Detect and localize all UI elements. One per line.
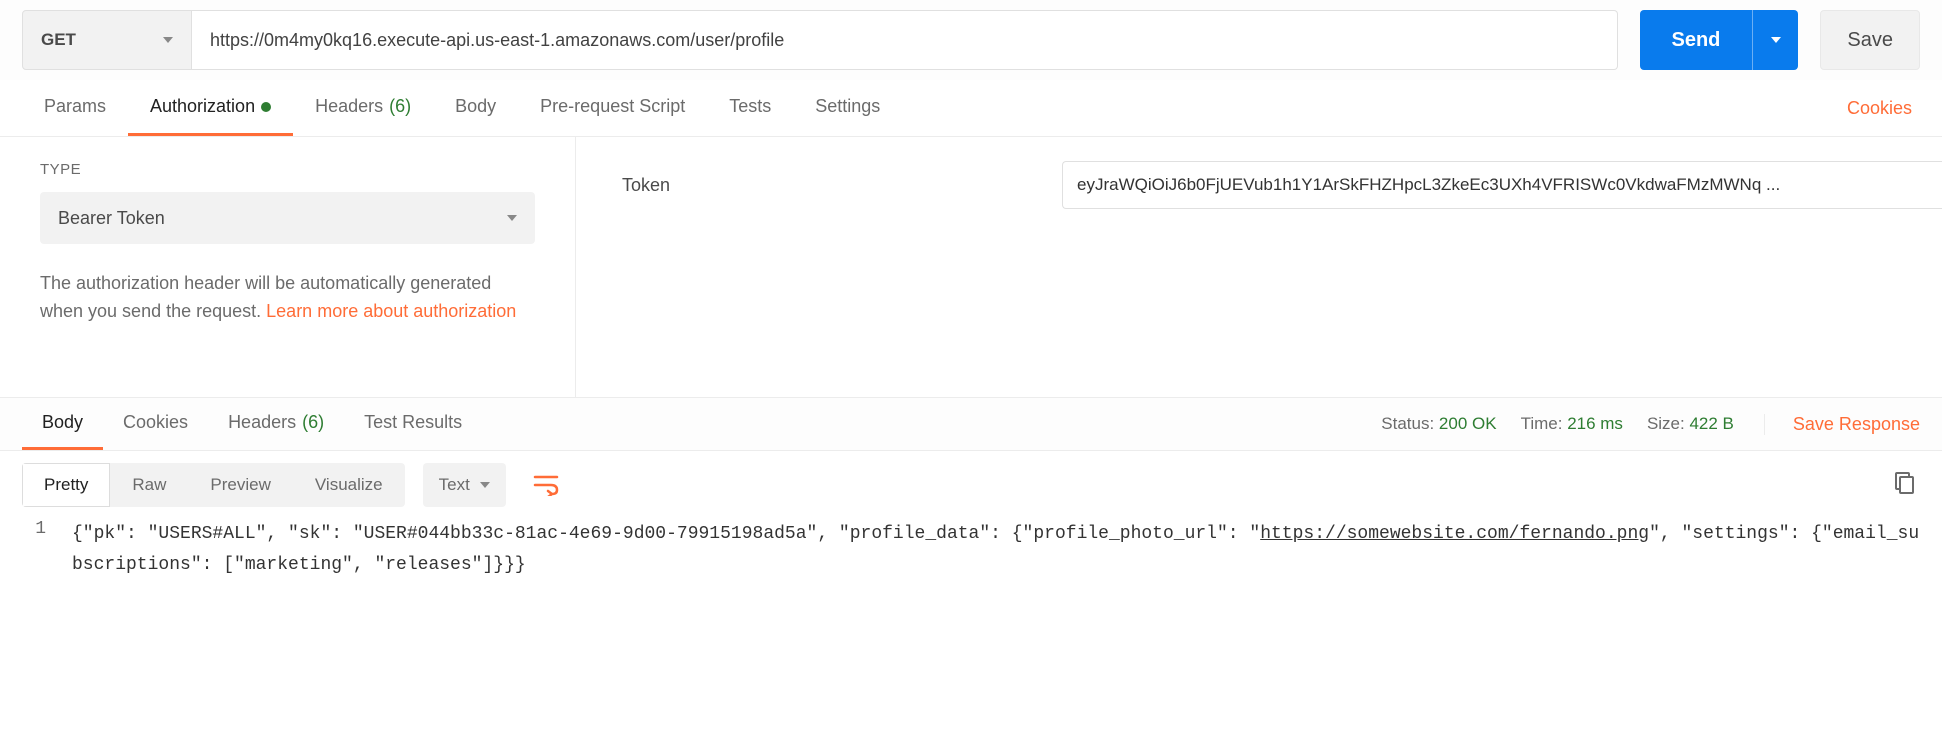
response-meta: Status: 200 OK Time: 216 ms Size: 422 B …: [1381, 414, 1920, 435]
url-input[interactable]: https://0m4my0kq16.execute-api.us-east-1…: [192, 10, 1618, 70]
cookies-link[interactable]: Cookies: [1825, 82, 1920, 135]
tab-body[interactable]: Body: [433, 80, 518, 136]
tab-headers[interactable]: Headers (6): [293, 80, 433, 136]
tab-label: Tests: [729, 96, 771, 117]
response-tab-cookies[interactable]: Cookies: [103, 398, 208, 450]
auth-help-text: The authorization header will be automat…: [40, 270, 535, 326]
status-block: Status: 200 OK: [1381, 414, 1496, 434]
view-raw-button[interactable]: Raw: [110, 463, 188, 507]
tab-label: Params: [44, 96, 106, 117]
body-url: https://somewebsite.com/fernando.png: [1260, 524, 1649, 544]
chevron-down-icon: [163, 37, 173, 43]
response-format-select[interactable]: Text: [423, 463, 506, 507]
body-prefix: {"pk": "USERS#ALL", "sk": "USER#044bb33c…: [72, 524, 1260, 544]
authorization-panel: TYPE Bearer Token The authorization head…: [0, 137, 1942, 397]
auth-fields-column: Token eyJraWQiOiJ6b0FjUEVub1h1Y1ArSkFHZH…: [576, 137, 1942, 397]
auth-type-label: TYPE: [40, 161, 535, 178]
size-value: 422 B: [1689, 414, 1733, 433]
wrap-icon: [533, 474, 559, 496]
tab-params[interactable]: Params: [22, 80, 128, 136]
request-tabs: Params Authorization Headers (6) Body Pr…: [0, 80, 1942, 137]
http-method-value: GET: [41, 30, 76, 50]
active-indicator-icon: [261, 102, 271, 112]
size-block: Size: 422 B: [1647, 414, 1734, 434]
tab-prerequest-script[interactable]: Pre-request Script: [518, 80, 707, 136]
tab-label: Headers: [228, 412, 296, 433]
tab-label: Cookies: [123, 412, 188, 433]
time-label: Time:: [1521, 414, 1563, 433]
tab-label: Body: [455, 96, 496, 117]
line-number: 1: [22, 519, 72, 580]
response-view-bar: Pretty Raw Preview Visualize Text: [0, 451, 1942, 519]
save-button[interactable]: Save: [1820, 10, 1920, 70]
request-bar: GET https://0m4my0kq16.execute-api.us-ea…: [0, 0, 1942, 80]
view-preview-button[interactable]: Preview: [188, 463, 292, 507]
format-value: Text: [439, 475, 470, 495]
view-visualize-button[interactable]: Visualize: [293, 463, 405, 507]
token-input[interactable]: eyJraWQiOiJ6b0FjUEVub1h1Y1ArSkFHZHpcL3Zk…: [1062, 161, 1942, 209]
copy-icon: [1892, 471, 1916, 495]
response-tab-body[interactable]: Body: [22, 398, 103, 450]
token-row: Token eyJraWQiOiJ6b0FjUEVub1h1Y1ArSkFHZH…: [622, 161, 1942, 209]
response-body[interactable]: 1 {"pk": "USERS#ALL", "sk": "USER#044bb3…: [0, 519, 1942, 602]
tab-settings[interactable]: Settings: [793, 80, 902, 136]
save-response-link[interactable]: Save Response: [1764, 414, 1920, 435]
url-value: https://0m4my0kq16.execute-api.us-east-1…: [210, 30, 784, 51]
time-block: Time: 216 ms: [1521, 414, 1623, 434]
tab-tests[interactable]: Tests: [707, 80, 793, 136]
tab-label: Test Results: [364, 412, 462, 433]
tab-label: Authorization: [150, 96, 255, 117]
tab-label: Settings: [815, 96, 880, 117]
tab-count: (6): [302, 412, 324, 433]
send-button-group: Send: [1640, 10, 1799, 70]
code-line: 1 {"pk": "USERS#ALL", "sk": "USER#044bb3…: [22, 519, 1920, 580]
chevron-down-icon: [1771, 37, 1781, 43]
auth-type-select[interactable]: Bearer Token: [40, 192, 535, 244]
token-value: eyJraWQiOiJ6b0FjUEVub1h1Y1ArSkFHZHpcL3Zk…: [1077, 175, 1780, 195]
response-tab-headers[interactable]: Headers (6): [208, 398, 344, 450]
auth-type-value: Bearer Token: [58, 208, 165, 229]
http-method-select[interactable]: GET: [22, 10, 192, 70]
chevron-down-icon: [480, 482, 490, 488]
status-label: Status:: [1381, 414, 1434, 433]
tab-label: Headers: [315, 96, 383, 117]
tab-label: Body: [42, 412, 83, 433]
auth-type-column: TYPE Bearer Token The authorization head…: [0, 137, 576, 397]
send-dropdown-button[interactable]: [1752, 10, 1798, 70]
chevron-down-icon: [507, 215, 517, 221]
send-button[interactable]: Send: [1640, 10, 1753, 70]
wrap-lines-button[interactable]: [524, 463, 568, 507]
size-label: Size:: [1647, 414, 1685, 433]
response-tab-test-results[interactable]: Test Results: [344, 398, 482, 450]
cookies-label: Cookies: [1847, 98, 1912, 118]
view-mode-segment: Pretty Raw Preview Visualize: [22, 463, 405, 507]
token-label: Token: [622, 175, 1062, 196]
line-content: {"pk": "USERS#ALL", "sk": "USER#044bb33c…: [72, 519, 1920, 580]
time-value: 216 ms: [1567, 414, 1623, 433]
response-tabs: Body Cookies Headers (6) Test Results St…: [0, 397, 1942, 451]
tab-count: (6): [389, 96, 411, 117]
auth-learn-more-link[interactable]: Learn more about authorization: [266, 301, 516, 321]
status-value: 200 OK: [1439, 414, 1497, 433]
copy-response-button[interactable]: [1892, 471, 1920, 499]
tab-authorization[interactable]: Authorization: [128, 80, 293, 136]
tab-label: Pre-request Script: [540, 96, 685, 117]
view-pretty-button[interactable]: Pretty: [22, 463, 110, 507]
